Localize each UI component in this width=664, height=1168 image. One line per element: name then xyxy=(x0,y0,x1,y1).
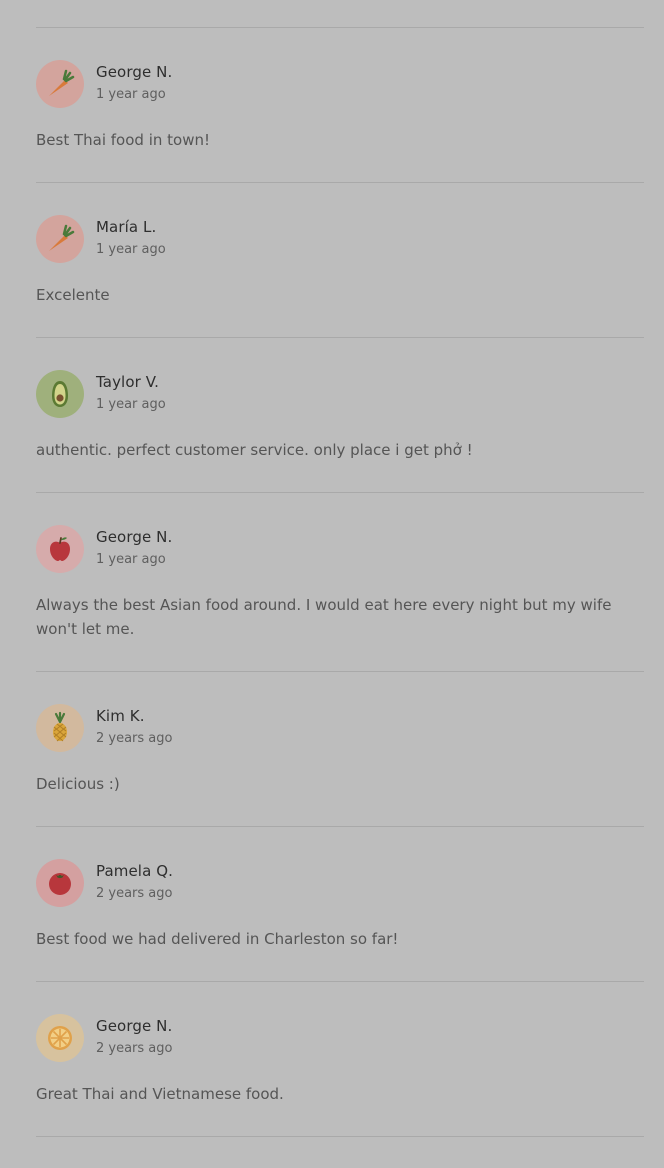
carrot-icon xyxy=(49,224,75,251)
avatar xyxy=(36,859,84,907)
reviewer-name: George N. xyxy=(96,63,173,81)
review-time: 2 years ago xyxy=(96,886,173,901)
reviewer-name: Kim K. xyxy=(96,707,145,725)
orange-slice-icon xyxy=(48,1026,72,1050)
review-header: María L. 1 year ago xyxy=(36,215,644,263)
review-text: Delicious :) xyxy=(36,775,120,793)
review-header: George N. 2 years ago xyxy=(36,1014,644,1062)
carrot-icon xyxy=(49,69,75,96)
avatar xyxy=(36,60,84,108)
reviewer-name: Taylor V. xyxy=(96,373,160,391)
reviewer-name: George N. xyxy=(96,1017,173,1035)
review-time: 1 year ago xyxy=(96,397,166,412)
review-time: 2 years ago xyxy=(96,731,173,746)
review-item: María L. 1 year ago Excelente xyxy=(36,183,644,337)
reviews-page: George N. 1 year ago Best Thai food in t… xyxy=(0,27,664,1168)
review-time: 1 year ago xyxy=(96,552,166,567)
review-header: Pamela Q. 2 years ago xyxy=(36,859,644,907)
tomato-icon xyxy=(49,873,71,895)
reviewer-name: George N. xyxy=(96,528,173,546)
review-text: Great Thai and Vietnamese food. xyxy=(36,1085,284,1103)
review-text: Excelente xyxy=(36,286,110,304)
review-text: Best food we had delivered in Charleston… xyxy=(36,930,399,948)
review-item: Taylor V. 1 year ago authentic. perfect … xyxy=(36,338,644,492)
review-text: Always the best Asian food around. I wou… xyxy=(36,596,612,638)
review-header: George N. 1 year ago xyxy=(36,60,644,108)
avatar xyxy=(36,370,84,418)
review-time: 1 year ago xyxy=(96,242,166,257)
review-header: Kim K. 2 years ago xyxy=(36,704,644,752)
review-header: Taylor V. 1 year ago xyxy=(36,370,644,418)
review-time: 1 year ago xyxy=(96,87,166,102)
reviewer-name: María L. xyxy=(96,218,157,236)
avatar xyxy=(36,1014,84,1062)
review-header: George N. 1 year ago xyxy=(36,525,644,573)
review-item: George N. 2 years ago Great Thai and Vie… xyxy=(36,982,644,1136)
avatar xyxy=(36,704,84,752)
pineapple-icon xyxy=(53,711,67,742)
review-item: George N. 1 year ago Always the best Asi… xyxy=(36,493,644,671)
review-item: Kim K. 2 years ago Delicious :) xyxy=(36,672,644,826)
divider xyxy=(36,1136,644,1137)
review-time: 2 years ago xyxy=(96,1041,173,1056)
avatar xyxy=(36,215,84,263)
apple-icon xyxy=(50,537,70,561)
avocado-icon xyxy=(52,381,68,407)
review-text: authentic. perfect customer service. onl… xyxy=(36,441,473,459)
review-text: Best Thai food in town! xyxy=(36,131,210,149)
review-item: Pamela Q. 2 years ago Best food we had d… xyxy=(36,827,644,981)
avatar xyxy=(36,525,84,573)
reviewer-name: Pamela Q. xyxy=(96,862,174,880)
review-item: George N. 1 year ago Best Thai food in t… xyxy=(36,28,644,182)
